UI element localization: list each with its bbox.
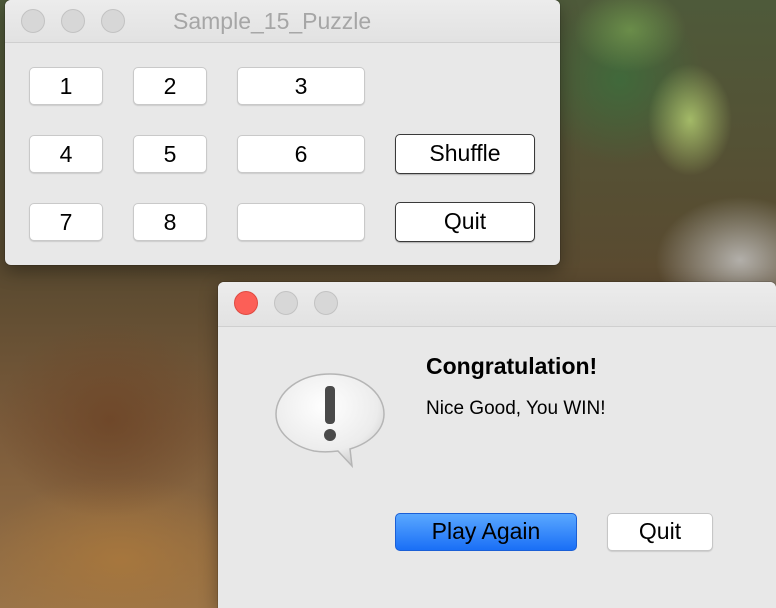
puzzle-tile-empty[interactable]: [237, 203, 365, 241]
shuffle-button[interactable]: Shuffle: [395, 134, 535, 174]
puzzle-window-titlebar[interactable]: Sample_15_Puzzle: [5, 0, 560, 43]
play-again-button[interactable]: Play Again: [395, 513, 577, 551]
puzzle-tile-8[interactable]: 8: [133, 203, 207, 241]
puzzle-tile-5[interactable]: 5: [133, 135, 207, 173]
quit-button[interactable]: Quit: [395, 202, 535, 242]
close-window-button[interactable]: [234, 291, 258, 315]
alert-window-titlebar[interactable]: [218, 282, 776, 327]
zoom-window-button[interactable]: [314, 291, 338, 315]
puzzle-tile-7[interactable]: 7: [29, 203, 103, 241]
puzzle-tile-3[interactable]: 3: [237, 67, 365, 105]
exclamation-speech-bubble-icon: [275, 373, 385, 469]
window-title: Sample_15_Puzzle: [173, 8, 372, 34]
alert-quit-button[interactable]: Quit: [607, 513, 713, 551]
puzzle-tile-6[interactable]: 6: [237, 135, 365, 173]
alert-message: Nice Good, You WIN!: [426, 398, 606, 419]
zoom-window-button[interactable]: [101, 9, 125, 33]
minimize-window-button[interactable]: [61, 9, 85, 33]
win-alert-dialog: Congratulation! Nice Good, You WIN! Play…: [218, 282, 776, 608]
close-window-button[interactable]: [21, 9, 45, 33]
minimize-window-button[interactable]: [274, 291, 298, 315]
puzzle-tile-1[interactable]: 1: [29, 67, 103, 105]
puzzle-tile-2[interactable]: 2: [133, 67, 207, 105]
alert-heading: Congratulation!: [426, 353, 598, 379]
puzzle-tile-4[interactable]: 4: [29, 135, 103, 173]
puzzle-window: Sample_15_Puzzle 1 2 3 4 5 6 7 8 Shuffle…: [5, 0, 560, 265]
